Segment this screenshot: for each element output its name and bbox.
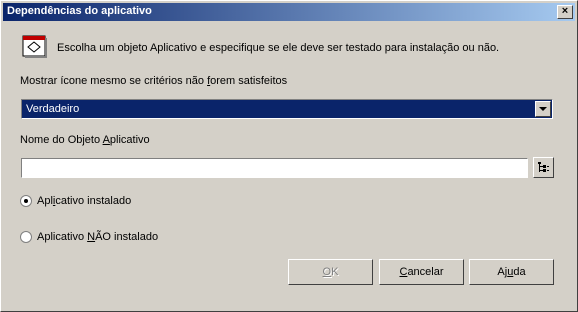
ok-button[interactable]: OK [288, 259, 373, 285]
show-icon-select[interactable]: Verdadeiro [21, 99, 553, 119]
radio-checked-dot [24, 199, 28, 203]
window-title: Dependências do aplicativo [7, 5, 152, 17]
radio-installed-label: Aplicativo instalado [37, 195, 132, 207]
tree-browse-icon [538, 162, 549, 172]
app-object-label: Nome do Objeto Aplicativo [20, 134, 150, 146]
radio-not-installed-label: Aplicativo NÃO instalado [37, 231, 159, 243]
close-icon: × [561, 5, 569, 17]
cancel-button[interactable]: Cancelar [379, 259, 464, 285]
title-bar[interactable]: Dependências do aplicativo × [3, 3, 575, 21]
instruction-text: Escolha um objeto Aplicativo e especifiq… [57, 42, 500, 54]
application-object-icon [21, 34, 49, 60]
dropdown-arrow-button[interactable] [535, 101, 551, 117]
radio-button[interactable] [20, 195, 32, 207]
show-icon-selected-value: Verdadeiro [26, 103, 80, 115]
radio-app-installed[interactable]: Aplicativo instalado [20, 195, 180, 209]
chevron-down-icon [539, 107, 547, 111]
browse-object-button[interactable] [533, 157, 554, 178]
show-icon-label: Mostrar ícone mesmo se critérios não for… [20, 75, 288, 87]
radio-button[interactable] [20, 231, 32, 243]
radio-app-not-installed[interactable]: Aplicativo NÃO instalado [20, 231, 190, 245]
close-button[interactable]: × [557, 5, 573, 19]
help-button[interactable]: Ajuda [469, 259, 554, 285]
dialog-window: Dependências do aplicativo × Escolha um … [0, 0, 578, 312]
app-object-name-input[interactable] [21, 158, 528, 178]
